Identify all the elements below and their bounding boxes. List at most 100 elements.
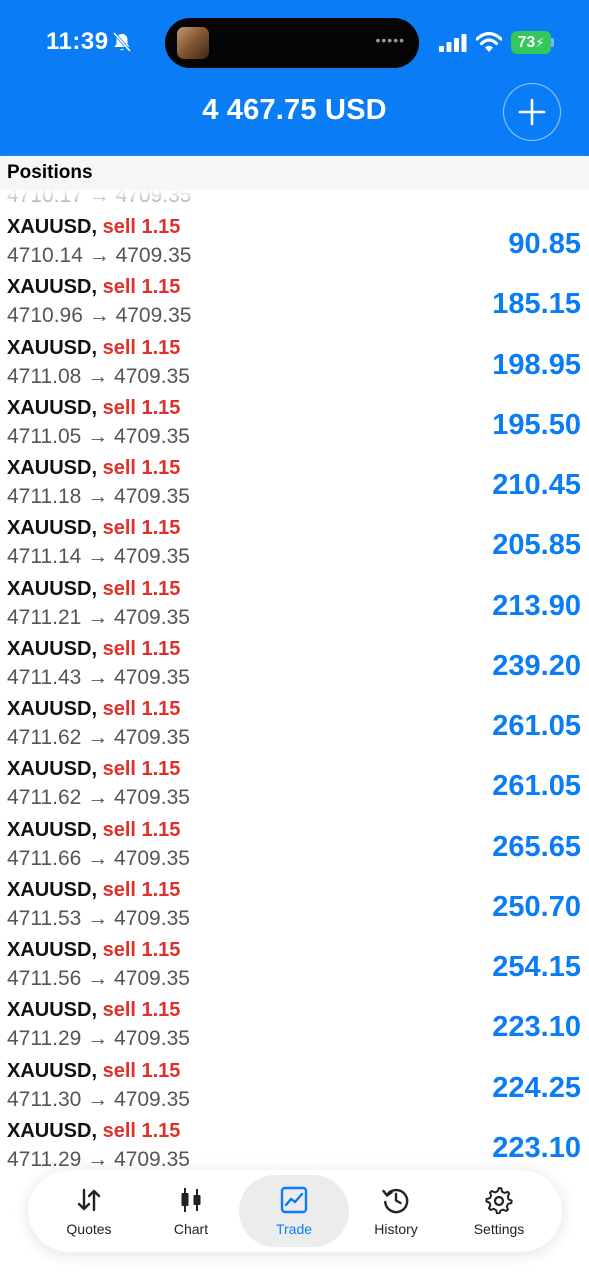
position-symbol-name: XAUUSD, xyxy=(7,637,98,660)
tab-quotes-label: Quotes xyxy=(66,1221,112,1237)
position-profit: 198.95 xyxy=(492,348,581,381)
waveform-icon: ••••• xyxy=(375,32,405,48)
position-profit: 239.20 xyxy=(492,649,581,682)
position-side-volume: sell 1.15 xyxy=(102,878,181,901)
position-profit: 250.70 xyxy=(492,890,581,923)
candlestick-icon xyxy=(181,1188,201,1212)
position-row[interactable]: XAUUSD, sell 1.15 4710.96 → 4709.35 185.15 xyxy=(0,258,589,327)
position-profit: 224.25 xyxy=(492,1071,581,1104)
position-profit: 261.05 xyxy=(492,710,581,742)
position-symbol: XAUUSD, sell 1.15 xyxy=(7,819,180,842)
position-row[interactable]: XAUUSD, sell 1.15 4711.56 → 4709.35 254.15 xyxy=(0,921,589,990)
position-symbol: XAUUSD, sell 1.15 xyxy=(7,1120,180,1143)
position-row[interactable]: XAUUSD, sell 1.15 4711.21 → 4709.35 213.90 xyxy=(0,560,589,629)
position-profit: 90.85 xyxy=(508,228,581,260)
position-row[interactable]: XAUUSD, sell 1.15 4711.29 → 4709.35 223.10 xyxy=(0,981,589,1050)
position-row[interactable]: XAUUSD, sell 1.15 4711.30 → 4709.35 224.25 xyxy=(0,1042,589,1111)
position-symbol: XAUUSD, sell 1.15 xyxy=(7,758,180,781)
position-symbol: XAUUSD, sell 1.15 xyxy=(7,939,180,962)
tab-trade[interactable]: Trade xyxy=(239,1175,349,1247)
position-prices: 4711.29 → 4709.35 xyxy=(7,1147,190,1170)
position-symbol: XAUUSD, sell 1.15 xyxy=(7,578,180,601)
app-header: 11:39 ••••• 73 ⚡ 4 467.75 USD xyxy=(0,0,589,156)
wifi-icon xyxy=(476,31,502,52)
position-side-volume: sell 1.15 xyxy=(102,396,181,419)
position-side-volume: sell 1.15 xyxy=(102,999,181,1022)
position-row[interactable]: XAUUSD, sell 1.15 4711.62 → 4709.35 261.05 xyxy=(0,740,589,809)
quotes-arrows-icon xyxy=(77,1188,101,1212)
position-symbol-name: XAUUSD, xyxy=(7,939,98,961)
position-symbol: XAUUSD, sell 1.15 xyxy=(7,276,180,299)
account-balance: 4 467.75 USD xyxy=(202,94,387,126)
position-symbol: XAUUSD, sell 1.15 xyxy=(7,457,180,480)
position-side-volume: sell 1.15 xyxy=(102,1119,181,1142)
tab-chart-label: Chart xyxy=(173,1221,209,1237)
position-side-volume: sell 1.15 xyxy=(102,758,181,781)
tab-trade-label: Trade xyxy=(275,1221,313,1237)
tab-chart[interactable]: Chart xyxy=(136,1175,246,1247)
position-row[interactable]: XAUUSD, sell 1.15 4711.14 → 4709.35 205.85 xyxy=(0,499,589,568)
position-symbol-name: XAUUSD, xyxy=(7,457,98,479)
position-profit: 254.15 xyxy=(492,951,581,983)
tab-settings[interactable]: Settings xyxy=(444,1175,554,1247)
position-side-volume: sell 1.15 xyxy=(102,336,181,359)
position-profit: 205.85 xyxy=(492,529,581,562)
position-symbol: XAUUSD, sell 1.15 xyxy=(7,999,180,1022)
position-side-volume: sell 1.15 xyxy=(102,818,181,841)
position-profit: 195.50 xyxy=(492,408,581,441)
plus-icon xyxy=(518,98,546,126)
position-profit: 223.10 xyxy=(492,1011,581,1044)
tab-history[interactable]: History xyxy=(341,1175,451,1247)
position-row[interactable]: XAUUSD, sell 1.15 4711.53 → 4709.35 250.70 xyxy=(0,861,589,930)
position-side-volume: sell 1.15 xyxy=(102,577,181,600)
position-row[interactable]: XAUUSD, sell 1.15 4710.14 → 4709.35 90.85 xyxy=(0,198,589,267)
position-symbol: XAUUSD, sell 1.15 xyxy=(7,1060,180,1083)
position-side-volume: sell 1.15 xyxy=(102,517,181,540)
position-symbol: XAUUSD, sell 1.15 xyxy=(7,879,180,902)
position-side-volume: sell 1.15 xyxy=(102,216,181,238)
bottom-tab-bar: Quotes Chart Trade History Settings xyxy=(28,1170,562,1252)
position-symbol-name: XAUUSD, xyxy=(7,1059,98,1082)
position-profit: 185.15 xyxy=(492,288,581,321)
position-symbol-name: XAUUSD, xyxy=(7,577,98,600)
position-profit: 265.65 xyxy=(492,830,581,863)
new-order-button[interactable] xyxy=(503,83,561,141)
position-side-volume: sell 1.15 xyxy=(102,698,181,720)
trade-chart-icon xyxy=(280,1186,308,1214)
battery-indicator: 73 ⚡ xyxy=(511,31,551,54)
now-playing-thumbnail xyxy=(177,27,209,59)
position-row[interactable]: XAUUSD, sell 1.15 4711.66 → 4709.35 265.65 xyxy=(0,801,589,870)
battery-tip xyxy=(551,38,554,47)
position-symbol: XAUUSD, sell 1.15 xyxy=(7,638,180,661)
status-time: 11:39 xyxy=(46,28,109,55)
position-symbol-name: XAUUSD, xyxy=(7,758,98,781)
position-symbol-name: XAUUSD, xyxy=(7,216,98,238)
tab-quotes[interactable]: Quotes xyxy=(34,1175,144,1247)
position-side-volume: sell 1.15 xyxy=(102,1059,181,1082)
position-row[interactable]: XAUUSD, sell 1.15 4711.08 → 4709.35 198.95 xyxy=(0,319,589,388)
position-row[interactable]: XAUUSD, sell 1.15 4711.05 → 4709.35 195.50 xyxy=(0,379,589,448)
position-side-volume: sell 1.15 xyxy=(102,939,181,961)
position-row[interactable]: XAUUSD, sell 1.15 4711.29 → 4709.35 223.10 xyxy=(0,1102,589,1170)
position-row[interactable]: XAUUSD, sell 1.15 4711.43 → 4709.35 239.20 xyxy=(0,620,589,689)
position-symbol: XAUUSD, sell 1.15 xyxy=(7,337,180,360)
positions-list[interactable]: 4710.17 → 4709.35 XAUUSD, sell 1.15 4710.… xyxy=(0,190,589,1170)
position-side-volume: sell 1.15 xyxy=(102,637,181,660)
position-symbol-name: XAUUSD, xyxy=(7,818,98,841)
position-symbol: XAUUSD, sell 1.15 xyxy=(7,698,180,721)
dynamic-island: ••••• xyxy=(165,18,419,68)
position-symbol: XAUUSD, sell 1.15 xyxy=(7,216,180,239)
gear-icon xyxy=(485,1187,513,1214)
position-row[interactable]: XAUUSD, sell 1.15 4711.62 → 4709.35 261.05 xyxy=(0,680,589,749)
position-symbol-name: XAUUSD, xyxy=(7,336,98,359)
position-row[interactable]: XAUUSD, sell 1.15 4711.18 → 4709.35 210.45 xyxy=(0,439,589,508)
bell-muted-icon xyxy=(112,32,132,52)
position-symbol: XAUUSD, sell 1.15 xyxy=(7,397,180,420)
cellular-signal-icon xyxy=(439,34,467,52)
position-profit: 210.45 xyxy=(492,469,581,501)
position-symbol-name: XAUUSD, xyxy=(7,517,98,540)
position-profit: 261.05 xyxy=(492,770,581,803)
position-profit: 223.10 xyxy=(492,1131,581,1164)
position-symbol-name: XAUUSD, xyxy=(7,276,98,299)
history-clock-icon xyxy=(382,1188,409,1214)
